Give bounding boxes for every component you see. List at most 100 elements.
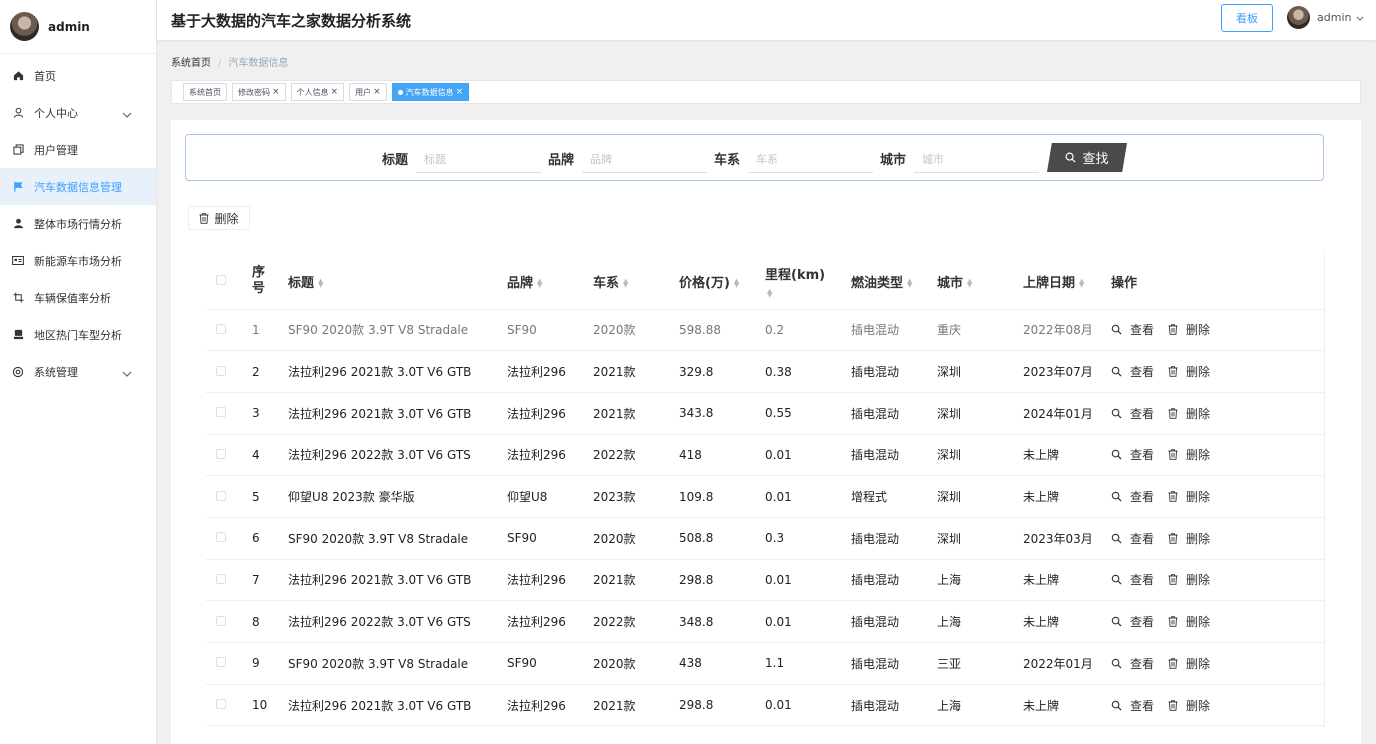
- row-checkbox[interactable]: [216, 573, 226, 584]
- view-button[interactable]: 查看: [1111, 697, 1154, 714]
- batch-delete-button[interactable]: 删除: [188, 206, 250, 230]
- view-button[interactable]: 查看: [1111, 613, 1154, 630]
- view-button[interactable]: 查看: [1111, 655, 1154, 672]
- delete-button[interactable]: 删除: [1168, 321, 1210, 338]
- view-label: 查看: [1130, 573, 1155, 588]
- sidebar-item-nev-analysis[interactable]: 新能源车市场分析: [0, 242, 156, 279]
- close-icon[interactable]: ×: [456, 87, 464, 97]
- row-checkbox[interactable]: [216, 699, 226, 710]
- delete-label: 删除: [1186, 573, 1211, 588]
- sidebar-item-resale-analysis[interactable]: 车辆保值率分析: [0, 279, 156, 316]
- series-input[interactable]: [748, 147, 873, 173]
- row-checkbox[interactable]: [216, 657, 226, 668]
- table-row[interactable]: 10 法拉利296 2021款 3.0T V6 GTB 法拉利296 2021款 298…: [206, 684, 1324, 727]
- brand-input[interactable]: [582, 147, 707, 173]
- delete-button[interactable]: 删除: [1168, 655, 1210, 672]
- sidebar-item-system-management[interactable]: 系统管理: [0, 353, 156, 390]
- table-row[interactable]: 3 法拉利296 2021款 3.0T V6 GTB 法拉利296 2021款 343.…: [206, 392, 1324, 435]
- column-header-title[interactable]: 标题 ▲ ▼: [288, 254, 507, 310]
- board-button[interactable]: 看板: [1221, 4, 1273, 32]
- row-checkbox[interactable]: [216, 365, 226, 376]
- sort-icon[interactable]: ▲ ▼: [1079, 278, 1084, 289]
- sort-icon[interactable]: ▲ ▼: [623, 278, 628, 289]
- sort-icon[interactable]: ▲ ▼: [734, 278, 739, 289]
- sidebar-item-personal-center[interactable]: 个人中心: [0, 94, 156, 131]
- delete-button[interactable]: 删除: [1168, 405, 1210, 422]
- column-header-price[interactable]: 价格(万) ▲ ▼: [679, 254, 765, 310]
- breadcrumb-home[interactable]: 系统首页: [171, 58, 211, 69]
- tag-personal-info[interactable]: 个人信息 ×: [290, 83, 345, 101]
- delete-button[interactable]: 删除: [1168, 571, 1210, 588]
- column-header-reg-date[interactable]: 上牌日期 ▲ ▼: [1023, 254, 1111, 310]
- city-input[interactable]: [914, 147, 1039, 173]
- table-row[interactable]: 7 法拉利296 2021款 3.0T V6 GTB 法拉利296 2021款 298.…: [206, 559, 1324, 602]
- view-button[interactable]: 查看: [1111, 405, 1154, 422]
- delete-button[interactable]: 删除: [1168, 697, 1210, 714]
- table-row[interactable]: 1 SF90 2020款 3.9T V8 Stradale SF90 2020款 598…: [206, 309, 1324, 352]
- row-checkbox[interactable]: [216, 615, 226, 626]
- table-row[interactable]: 9 SF90 2020款 3.9T V8 Stradale SF90 2020款 438…: [206, 642, 1324, 685]
- view-button[interactable]: 查看: [1111, 571, 1154, 588]
- column-header-series[interactable]: 车系 ▲ ▼: [593, 254, 679, 310]
- trash-icon: [1168, 366, 1182, 377]
- select-all-checkbox[interactable]: [216, 274, 226, 285]
- view-button[interactable]: 查看: [1111, 488, 1154, 505]
- table-row[interactable]: 6 SF90 2020款 3.9T V8 Stradale SF90 2020款 508…: [206, 517, 1324, 560]
- tag-change-password[interactable]: 修改密码 ×: [232, 83, 286, 101]
- breadcrumb-current: 汽车数据信息: [228, 58, 289, 69]
- delete-button[interactable]: 删除: [1168, 613, 1210, 630]
- user-dropdown[interactable]: admin: [1287, 6, 1365, 29]
- sidebar-item-label: 用户管理: [34, 143, 78, 157]
- view-button[interactable]: 查看: [1111, 530, 1154, 547]
- sort-icon[interactable]: ▲ ▼: [967, 278, 972, 289]
- close-icon[interactable]: ×: [272, 87, 280, 97]
- cell-city: 深圳: [937, 434, 1023, 477]
- view-button[interactable]: 查看: [1111, 363, 1154, 380]
- row-checkbox[interactable]: [216, 532, 226, 543]
- sidebar-username: admin: [48, 19, 90, 34]
- tag-home[interactable]: 系统首页: [183, 83, 227, 101]
- sort-icon[interactable]: ▲ ▼: [537, 278, 542, 289]
- cell-index: 3: [252, 392, 288, 435]
- cell-index: 1: [252, 309, 288, 352]
- tag-user[interactable]: 用户 ×: [349, 83, 387, 101]
- column-header-brand[interactable]: 品牌 ▲ ▼: [507, 254, 593, 310]
- sidebar-item-home[interactable]: 首页: [0, 57, 156, 94]
- tag-car-data[interactable]: 汽车数据信息 ×: [391, 83, 470, 101]
- column-header-fuel-type[interactable]: 燃油类型 ▲ ▼: [851, 254, 937, 310]
- table-row[interactable]: 2 法拉利296 2021款 3.0T V6 GTB 法拉利296 2021款 329.…: [206, 350, 1324, 393]
- close-icon[interactable]: ×: [331, 87, 339, 97]
- sort-icon[interactable]: ▲ ▼: [907, 278, 912, 289]
- row-checkbox[interactable]: [216, 490, 226, 501]
- avatar[interactable]: [10, 12, 39, 41]
- sidebar-item-label: 整体市场行情分析: [34, 217, 122, 231]
- sidebar-item-market-analysis[interactable]: 整体市场行情分析: [0, 205, 156, 242]
- cell-mileage: 0.2: [765, 309, 851, 352]
- close-icon[interactable]: ×: [373, 87, 381, 97]
- delete-button[interactable]: 删除: [1168, 488, 1210, 505]
- view-button[interactable]: 查看: [1111, 321, 1154, 338]
- cell-series: 2020款: [593, 517, 679, 560]
- table-row[interactable]: 8 法拉利296 2022款 3.0T V6 GTS 法拉利296 2022款 348.…: [206, 600, 1324, 643]
- table-row[interactable]: 4 法拉利296 2022款 3.0T V6 GTS 法拉利296 2022款 418 0…: [206, 434, 1324, 477]
- sidebar-item-regional-analysis[interactable]: 地区热门车型分析: [0, 316, 156, 353]
- title-input[interactable]: [416, 147, 541, 173]
- row-checkbox[interactable]: [216, 448, 226, 459]
- delete-button[interactable]: 删除: [1168, 530, 1210, 547]
- cell-mileage: 0.01: [765, 475, 851, 518]
- view-button[interactable]: 查看: [1111, 446, 1154, 463]
- delete-button[interactable]: 删除: [1168, 363, 1210, 380]
- sidebar-item-user-management[interactable]: 用户管理: [0, 131, 156, 168]
- sort-icon[interactable]: ▲ ▼: [767, 287, 772, 298]
- row-checkbox[interactable]: [216, 323, 226, 334]
- search-button[interactable]: 查找: [1047, 143, 1127, 172]
- column-header-city[interactable]: 城市 ▲ ▼: [937, 254, 1023, 310]
- sidebar-item-car-data[interactable]: 汽车数据信息管理: [0, 168, 156, 205]
- row-checkbox[interactable]: [216, 407, 226, 418]
- column-header-mileage[interactable]: 里程(km) ▲ ▼: [765, 254, 851, 310]
- cell-city: 深圳: [937, 350, 1023, 393]
- table-row[interactable]: 5 仰望U8 2023款 豪华版 仰望U8 2023款 109.8 0.01 增程式 深圳 未上…: [206, 475, 1324, 518]
- sort-icon[interactable]: ▲ ▼: [318, 278, 323, 289]
- delete-button[interactable]: 删除: [1168, 446, 1210, 463]
- table-body: 1 SF90 2020款 3.9T V8 Stradale SF90 2020款 598…: [206, 309, 1324, 727]
